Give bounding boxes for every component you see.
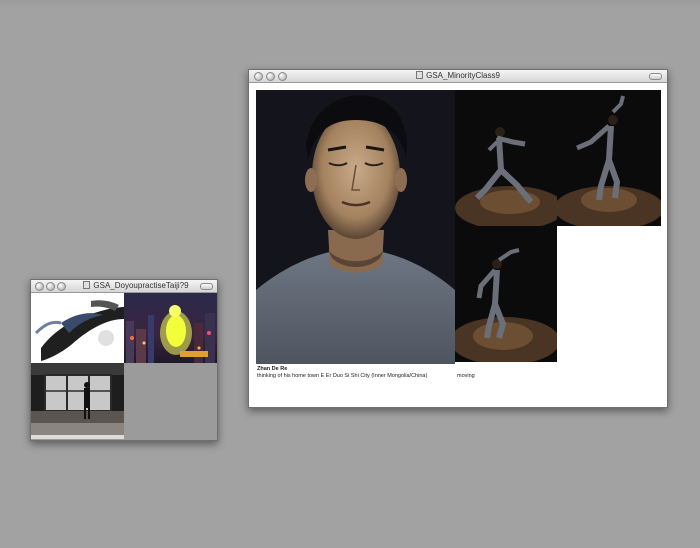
desktop-top-edge (0, 0, 700, 8)
caption-description: thinking of his home town E Er Duo Si Sh… (257, 373, 428, 379)
night-city-image (126, 305, 215, 363)
caption-name: Zhan De Re (257, 366, 288, 372)
photo-ink-brushstroke[interactable] (31, 293, 124, 363)
dancer-image (557, 95, 661, 226)
toolbar-toggle-button[interactable] (200, 283, 213, 290)
caption-moving: moving (457, 373, 475, 379)
ink-brushstroke-image (34, 300, 124, 361)
window-title: GSA_DoyoupractiseTaiji?9 (31, 280, 217, 292)
photo-dancer-1[interactable] (455, 90, 557, 226)
dancer-image (455, 127, 557, 226)
dancer-image (455, 248, 557, 362)
window-titlebar[interactable]: GSA_DoyoupractiseTaiji?9 (31, 280, 217, 293)
portrait-image (256, 95, 455, 364)
document-icon (83, 281, 91, 289)
window-silhouette-image (31, 363, 124, 435)
bottom-edge-bar (31, 435, 124, 439)
document-icon (416, 71, 424, 79)
photo-dancer-2[interactable] (557, 90, 661, 226)
photo-window-silhouette[interactable] (31, 363, 124, 435)
toolbar-toggle-button[interactable] (649, 73, 662, 80)
window-doyoupractise-taiji[interactable]: GSA_DoyoupractiseTaiji?9 (30, 279, 218, 441)
empty-grey-area (124, 363, 217, 435)
photo-dancer-3[interactable] (455, 226, 557, 362)
window-titlebar[interactable]: GSA_MinorityClass9 (249, 70, 667, 83)
window-minority-class[interactable]: GSA_MinorityClass9 Zhan De Re thinking o… (248, 69, 668, 408)
photo-night-city-glow[interactable] (124, 293, 217, 363)
photo-portrait[interactable] (256, 90, 455, 364)
window-title: GSA_MinorityClass9 (249, 70, 667, 82)
